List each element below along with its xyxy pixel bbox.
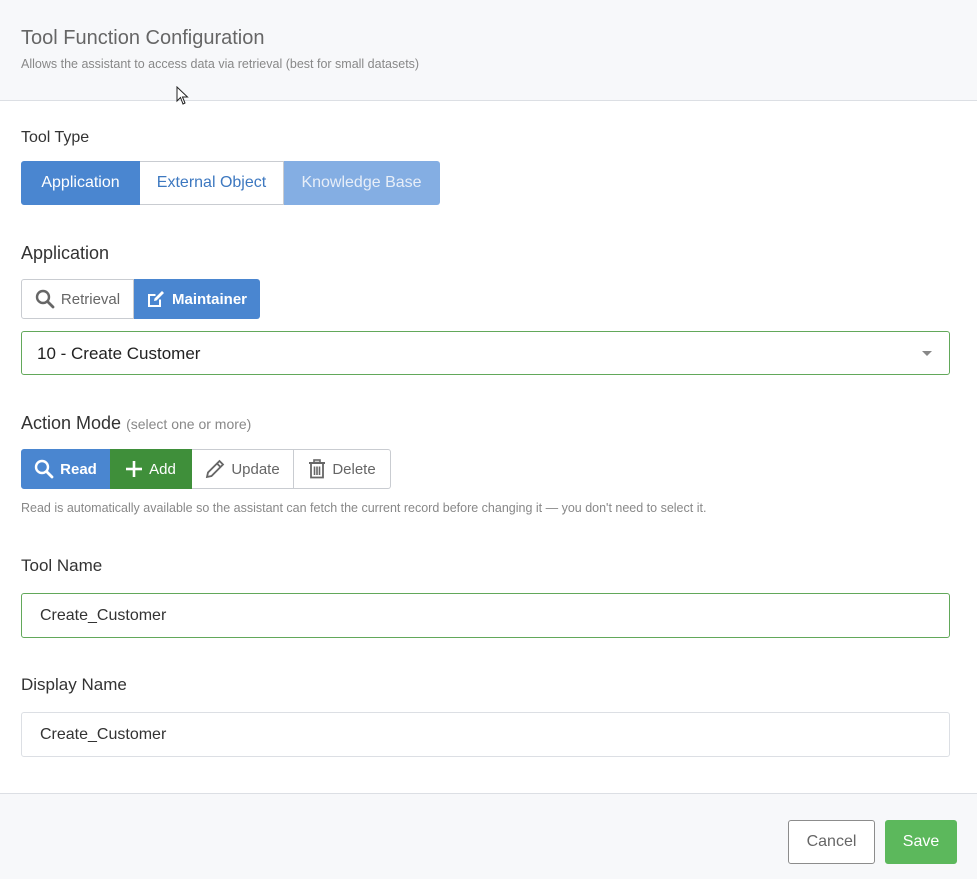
tool-type-external-object-button[interactable]: External Object (140, 161, 284, 205)
plus-icon (126, 461, 143, 477)
cancel-button[interactable]: Cancel (788, 820, 875, 864)
save-button[interactable]: Save (885, 820, 957, 864)
action-mode-selector: Read Add Update Delete (21, 449, 391, 489)
application-select-value: 10 - Create Customer (37, 344, 201, 363)
action-delete-button[interactable]: Delete (294, 449, 391, 489)
action-add-label: Add (149, 460, 176, 478)
action-update-button[interactable]: Update (192, 449, 294, 489)
action-read-button[interactable]: Read (21, 449, 110, 489)
mouse-cursor-icon (176, 86, 189, 105)
action-mode-label: Action Mode (select one or more) (21, 413, 251, 434)
page-subtitle: Allows the assistant to access data via … (21, 57, 420, 71)
retrieval-mode-label: Retrieval (60, 290, 121, 308)
action-mode-title: Action Mode (21, 413, 122, 433)
display-name-input[interactable] (21, 712, 950, 757)
maintainer-mode-label: Maintainer (171, 290, 247, 308)
edit-icon (147, 291, 164, 307)
application-mode-selector: Retrieval Maintainer (21, 279, 260, 319)
action-update-label: Update (231, 460, 280, 478)
retrieval-mode-button[interactable]: Retrieval (21, 279, 134, 319)
application-select[interactable]: 10 - Create Customer (21, 331, 950, 375)
dialog-footer: Cancel Save (0, 793, 977, 879)
tool-type-knowledge-base-button[interactable]: Knowledge Base (284, 161, 440, 205)
caret-down-icon (922, 351, 932, 356)
search-icon (34, 459, 54, 479)
trash-icon (309, 459, 326, 479)
application-label: Application (21, 243, 110, 263)
tool-name-label: Tool Name (21, 556, 103, 575)
action-add-button[interactable]: Add (110, 449, 192, 489)
display-name-label: Display Name (21, 675, 127, 694)
tool-name-input[interactable] (21, 593, 950, 638)
action-mode-hint: (select one or more) (126, 416, 252, 432)
action-read-label: Read (60, 460, 97, 478)
action-delete-label: Delete (332, 460, 376, 478)
action-mode-note: Read is automatically available so the a… (21, 501, 707, 515)
page-title: Tool Function Configuration (21, 27, 265, 49)
tool-type-label: Tool Type (21, 129, 90, 146)
dialog-header: Tool Function Configuration Allows the a… (0, 0, 977, 101)
tool-type-application-button[interactable]: Application (21, 161, 140, 205)
tool-type-selector: Application External Object Knowledge Ba… (21, 161, 440, 205)
pencil-icon (206, 459, 225, 479)
search-icon (35, 289, 55, 309)
maintainer-mode-button[interactable]: Maintainer (134, 279, 260, 319)
